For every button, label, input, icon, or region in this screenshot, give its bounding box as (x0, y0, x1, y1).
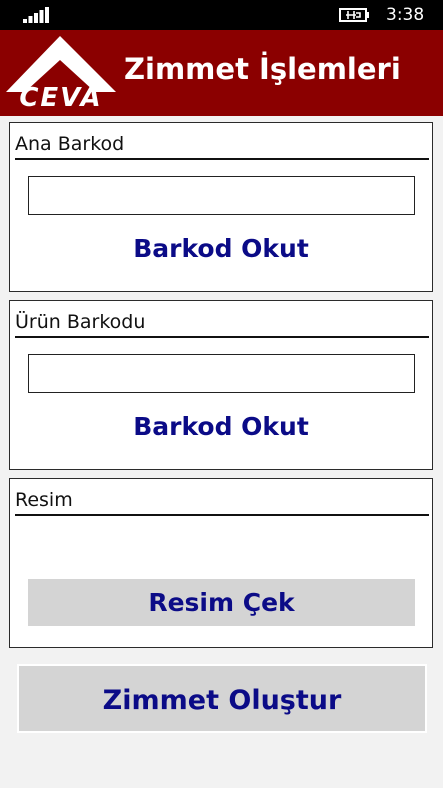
image-label: Resim (15, 489, 73, 511)
main-barcode-section: Ana Barkod Barkod Okut (9, 122, 433, 292)
logo-wordmark: CEVA (19, 83, 102, 108)
battery-charging-icon (339, 8, 369, 22)
signal-bars-icon (23, 7, 49, 23)
page-title: Zimmet İşlemleri (124, 52, 401, 86)
product-barcode-input[interactable] (28, 354, 415, 393)
product-barcode-label: Ürün Barkodu (15, 311, 146, 333)
image-section: Resim Resim Çek (9, 478, 433, 648)
section-divider (15, 336, 429, 338)
scan-product-barcode-button[interactable]: Barkod Okut (10, 412, 432, 441)
main-barcode-input[interactable] (28, 176, 415, 215)
main-barcode-label: Ana Barkod (15, 133, 125, 155)
product-barcode-section: Ürün Barkodu Barkod Okut (9, 300, 433, 470)
section-divider (15, 514, 429, 516)
take-photo-button[interactable]: Resim Çek (28, 579, 415, 626)
ceva-logo: CEVA (6, 36, 116, 108)
status-time: 3:38 (386, 5, 425, 25)
scan-main-barcode-button[interactable]: Barkod Okut (10, 234, 432, 263)
status-bar: 3:38 (0, 0, 443, 30)
section-divider (15, 158, 429, 160)
app-header: CEVA Zimmet İşlemleri (0, 30, 443, 116)
create-assignment-button[interactable]: Zimmet Oluştur (17, 664, 427, 733)
